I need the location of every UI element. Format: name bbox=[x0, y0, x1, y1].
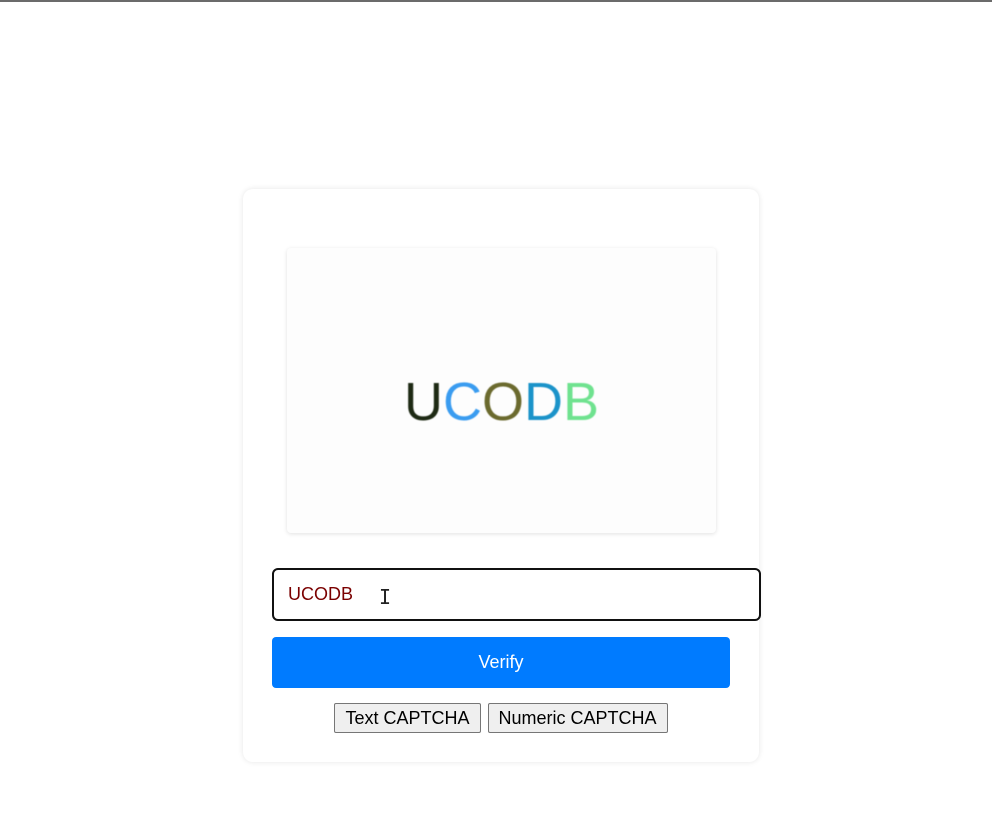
captcha-card: UCODB Verify Text CAPTCHA Numeric CAPTCH… bbox=[243, 189, 761, 762]
window-top-border bbox=[0, 0, 992, 2]
captcha-char-1: U bbox=[403, 371, 443, 432]
captcha-char-4: D bbox=[523, 371, 563, 432]
captcha-char-5: B bbox=[562, 371, 600, 432]
captcha-text: UCODB bbox=[404, 371, 599, 433]
text-captcha-button[interactable]: Text CAPTCHA bbox=[334, 703, 481, 733]
numeric-captcha-button[interactable]: Numeric CAPTCHA bbox=[487, 703, 668, 733]
captcha-mode-switcher: Text CAPTCHA Numeric CAPTCHA bbox=[243, 703, 759, 733]
captcha-char-2: C bbox=[442, 371, 482, 432]
captcha-image: UCODB bbox=[287, 248, 716, 533]
verify-button[interactable]: Verify bbox=[272, 637, 730, 688]
captcha-answer-input[interactable] bbox=[272, 568, 761, 621]
captcha-char-3: O bbox=[481, 371, 524, 432]
